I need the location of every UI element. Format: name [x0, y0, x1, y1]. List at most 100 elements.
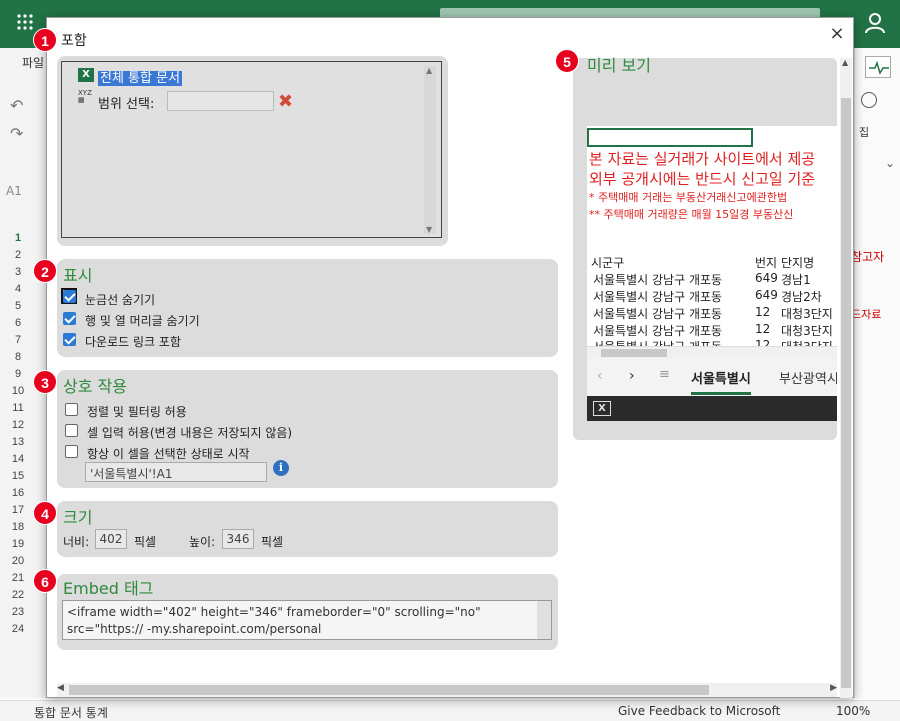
step-badge-2: 2 [33, 259, 57, 283]
row-number[interactable]: 22 [0, 589, 36, 601]
name-box[interactable]: A1 [6, 184, 22, 198]
redo-icon[interactable]: ↷ [10, 124, 23, 143]
prev-sheet-icon[interactable]: ‹ [597, 368, 603, 384]
row-number[interactable]: 14 [0, 453, 36, 465]
row-number[interactable]: 12 [0, 419, 36, 431]
embed-scrollbar[interactable] [537, 601, 551, 639]
table-row: 서울특별시 강남구 개포동 [593, 273, 723, 287]
hide-gridlines-checkbox[interactable] [63, 290, 76, 303]
row-number[interactable]: 5 [0, 300, 36, 312]
close-icon[interactable]: × [827, 24, 847, 44]
preview-frame: 본 자료는 실거래가 사이트에서 제공 외부 공개시에는 반드시 신고일 기준 … [587, 126, 837, 421]
row-number[interactable]: 19 [0, 538, 36, 550]
chevron-down-icon[interactable]: ⌄ [885, 156, 895, 170]
row-number[interactable]: 7 [0, 334, 36, 346]
height-unit: 픽셀 [261, 535, 284, 549]
range-icon: XYZ ▦ [78, 89, 92, 104]
list-scrollbar[interactable]: ▲ ▼ [424, 66, 436, 234]
row-number[interactable]: 6 [0, 317, 36, 329]
circle-icon[interactable] [861, 92, 877, 108]
menu-file[interactable]: 파일 [22, 54, 44, 71]
feedback-link[interactable]: Give Feedback to Microsoft [618, 704, 780, 718]
cell-input-label: 셀 입력 허용(변경 내용은 저장되지 않음) [87, 426, 293, 440]
row-number[interactable]: 3 [0, 266, 36, 278]
start-cell-field[interactable]: '서울특별시'!A1 [85, 462, 267, 482]
user-icon[interactable] [864, 12, 886, 34]
hide-headers-label: 행 및 열 머리글 숨기기 [85, 314, 200, 328]
undo-icon[interactable]: ↶ [10, 96, 23, 115]
row-number[interactable]: 21 [0, 572, 36, 584]
header-complex: 단지명 [781, 256, 815, 270]
embed-panel: Embed 태그 <iframe width="402" height="346… [57, 574, 558, 650]
preview-red-text: 외부 공개시에는 반드시 신고일 기준 [589, 170, 816, 188]
cell-snippet: 참고자 [851, 250, 885, 264]
excel-logo-icon[interactable]: X [593, 401, 611, 416]
status-workbook-stats[interactable]: 통합 문서 통계 [34, 704, 108, 721]
size-title: 크기 [63, 508, 93, 527]
embed-dialog: 포함 × X 전체 통합 문서 XYZ ▦ 범위 선택: ✖ ▲ ▼ 1 표시 눈… [33, 17, 854, 698]
table-cell: 경남1 [781, 273, 811, 287]
ribbon-text: 집 [859, 126, 870, 139]
sort-filter-checkbox[interactable] [65, 403, 78, 416]
dialog-hscrollbar[interactable]: ◀ ▶ [57, 683, 837, 697]
cell-input-checkbox[interactable] [65, 424, 78, 437]
row-number[interactable]: 17 [0, 504, 36, 516]
items-panel: X 전체 통합 문서 XYZ ▦ 범위 선택: ✖ ▲ ▼ [57, 56, 448, 246]
row-number[interactable]: 11 [0, 402, 36, 414]
sheet-tab[interactable]: 부산광역시 [779, 368, 837, 387]
next-sheet-icon[interactable]: › [629, 368, 635, 384]
row-number[interactable]: 24 [0, 623, 36, 635]
row-number[interactable]: 13 [0, 436, 36, 448]
row-number[interactable]: 23 [0, 606, 36, 618]
embed-code-line: <iframe width="402" height="346" framebo… [67, 605, 481, 619]
start-cell-checkbox[interactable] [65, 445, 78, 458]
preview-red-text: 본 자료는 실거래가 사이트에서 제공 [589, 150, 816, 168]
display-panel: 표시 눈금선 숨기기 행 및 열 머리글 숨기기 다운로드 링크 포함 [57, 259, 558, 357]
height-input[interactable]: 346 [222, 529, 254, 549]
row-number[interactable]: 15 [0, 470, 36, 482]
clear-icon[interactable]: ✖ [278, 91, 293, 112]
excel-icon: X [78, 68, 94, 82]
dialog-vscrollbar[interactable]: ▲ [840, 58, 852, 698]
item-list: X 전체 통합 문서 XYZ ▦ 범위 선택: ✖ ▲ ▼ [61, 61, 442, 238]
row-number[interactable]: 16 [0, 487, 36, 499]
width-input[interactable]: 402 [95, 529, 127, 549]
download-link-checkbox[interactable] [63, 333, 76, 346]
row-number[interactable]: 9 [0, 368, 36, 380]
hide-headers-checkbox[interactable] [63, 312, 76, 325]
row-number[interactable]: 18 [0, 521, 36, 533]
range-label: 범위 선택: [98, 97, 155, 112]
table-cell: 649 [755, 288, 778, 302]
table-row: 서울특별시 강남구 개포동 [593, 290, 723, 304]
step-badge-3: 3 [33, 370, 57, 394]
embed-title: Embed 태그 [63, 579, 154, 598]
row-number[interactable]: 8 [0, 351, 36, 363]
height-label: 높이: [189, 535, 216, 549]
status-bar: 통합 문서 통계 Give Feedback to Microsoft 100% [0, 700, 900, 721]
size-panel: 크기 너비: 402 픽셀 높이: 346 픽셀 [57, 501, 558, 557]
table-cell: 대청3단지 [781, 324, 833, 338]
row-number[interactable]: 2 [0, 249, 36, 261]
row-number[interactable]: 4 [0, 283, 36, 295]
row-number[interactable]: 10 [0, 385, 36, 397]
zoom-level[interactable]: 100% [836, 704, 870, 718]
workbook-option[interactable]: 전체 통합 문서 [98, 67, 183, 86]
display-title: 표시 [63, 266, 93, 285]
header-number: 번지 [755, 256, 778, 270]
info-icon[interactable]: i [273, 460, 289, 476]
preview-hscrollbar[interactable] [587, 346, 837, 358]
app-launcher-icon[interactable] [16, 13, 34, 31]
range-input[interactable] [167, 91, 274, 111]
header-district: 시군구 [591, 256, 625, 270]
embed-code-box[interactable]: <iframe width="402" height="346" framebo… [62, 600, 552, 640]
activity-icon[interactable] [865, 56, 891, 78]
embed-code-line: src="https:// -my.sharepoint.com/persona… [67, 622, 322, 636]
width-label: 너비: [63, 535, 90, 549]
step-badge-1: 1 [33, 28, 57, 52]
sheet-tab-active[interactable]: 서울특별시 [691, 368, 751, 395]
step-badge-5: 5 [555, 49, 579, 73]
row-number[interactable]: 20 [0, 555, 36, 567]
row-number[interactable]: 1 [0, 232, 36, 244]
sheets-menu-icon[interactable]: ≡ [659, 367, 670, 382]
table-cell: 649 [755, 271, 778, 285]
